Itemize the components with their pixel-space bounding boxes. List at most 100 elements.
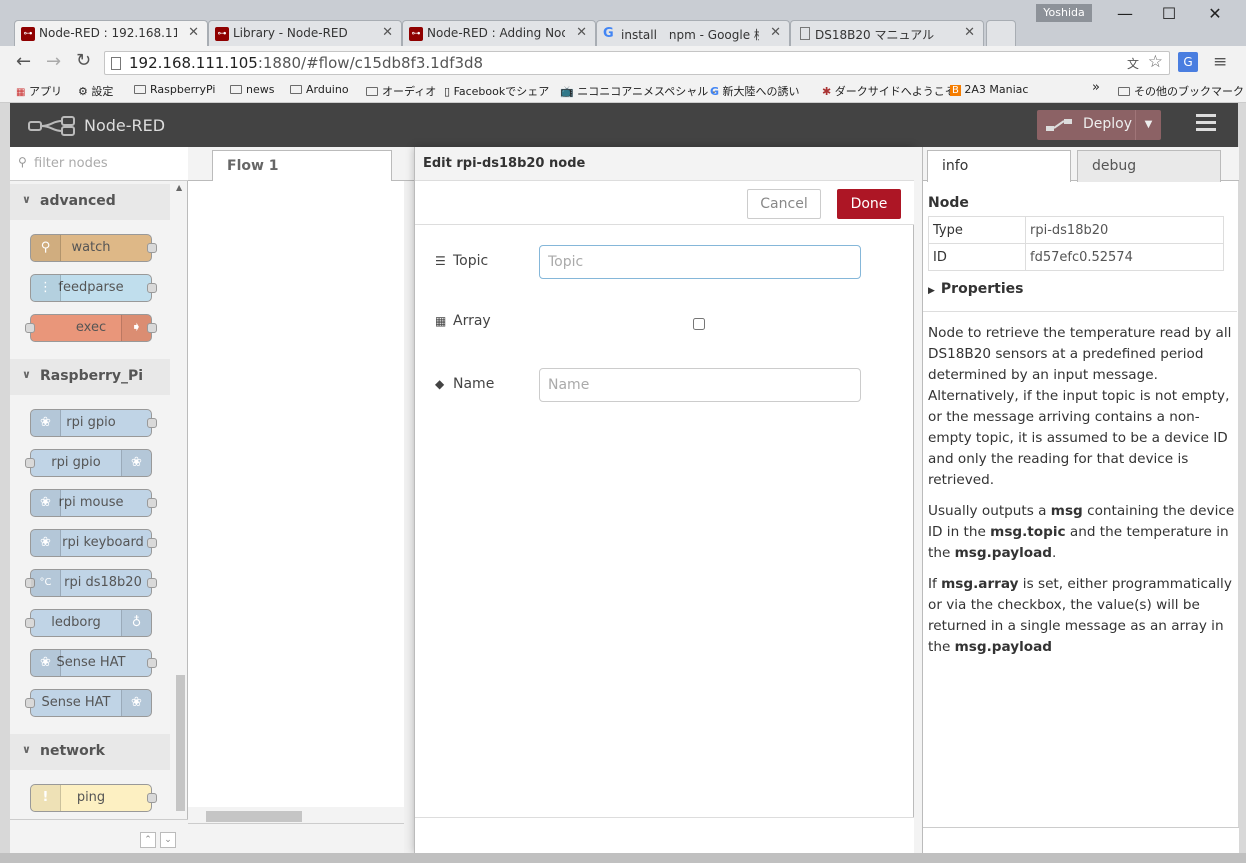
more-bookmarks-button[interactable]: »	[1092, 80, 1100, 95]
bookmark-apps[interactable]: ▦ アプリ	[16, 83, 62, 99]
node-red-favicon: ⊶	[215, 27, 229, 41]
palette-node-ping[interactable]: ! ping	[30, 784, 157, 812]
edit-node-tray: Edit rpi-ds18b20 node Cancel Done ☰ Topic…	[414, 147, 915, 853]
deploy-dropdown-icon[interactable]: ▼	[1135, 110, 1161, 140]
scroll-up-icon[interactable]: ▲	[176, 183, 182, 192]
properties-toggle[interactable]: ▶ Properties	[928, 281, 1023, 297]
output-port[interactable]	[147, 658, 157, 668]
category-advanced[interactable]: ∨ advanced	[10, 184, 170, 220]
output-port[interactable]	[147, 243, 157, 253]
minimize-icon[interactable]: —	[1110, 4, 1140, 26]
profile-button[interactable]: Yoshida	[1036, 4, 1092, 22]
output-port[interactable]	[147, 283, 157, 293]
output-port[interactable]	[147, 498, 157, 508]
output-port[interactable]	[147, 323, 157, 333]
expand-all-icon[interactable]: ⌃	[140, 832, 156, 848]
translate-extension-icon[interactable]: G	[1178, 52, 1198, 72]
input-port[interactable]	[25, 618, 35, 628]
url-path: :1880/#flow/c15db8f3.1df3d8	[257, 54, 484, 72]
maximize-icon[interactable]: ☐	[1154, 4, 1184, 26]
bookmark-facebook-share[interactable]: ▯ Facebookでシェア	[444, 83, 549, 99]
scrollbar-thumb[interactable]	[206, 811, 302, 822]
tab-flow-1[interactable]: Flow 1	[212, 150, 392, 182]
bookmark-shintairiku[interactable]: G 新大陸への誘い	[710, 83, 800, 99]
back-icon[interactable]: ←	[16, 51, 31, 72]
palette-scrollbar-thumb[interactable]	[176, 675, 185, 811]
browser-tab-google[interactable]: G install npm - Google 検 ✕	[596, 20, 790, 46]
chrome-menu-icon[interactable]: ≡	[1213, 52, 1227, 72]
palette-node-rpi-mouse[interactable]: ❀ rpi mouse	[30, 489, 157, 517]
reload-icon[interactable]: ↻	[76, 50, 91, 71]
main-menu-button[interactable]	[1196, 114, 1216, 134]
bookmark-raspberrypi[interactable]: RaspberryPi	[134, 83, 215, 96]
page-info-icon[interactable]	[111, 57, 121, 70]
palette-node-rpi-gpio-in[interactable]: ❀ rpi gpio	[30, 409, 157, 437]
tab-info[interactable]: info	[927, 150, 1071, 182]
bookmark-2a3-maniac[interactable]: B 2A3 Maniac	[950, 83, 1028, 96]
input-port[interactable]	[25, 698, 35, 708]
new-tab-button[interactable]	[986, 20, 1016, 46]
bookmark-arduino[interactable]: Arduino	[290, 83, 349, 96]
output-port[interactable]	[147, 793, 157, 803]
bookmark-niconico[interactable]: 📺 ニコニコアニメスペシャル -	[560, 83, 716, 99]
array-checkbox[interactable]	[693, 318, 705, 330]
browser-tab-node-red[interactable]: ⊶ Node-RED : 192.168.111.1 ✕	[14, 20, 208, 47]
bookmark-star-icon[interactable]: ☆	[1148, 52, 1163, 72]
flow-canvas[interactable]	[188, 181, 404, 817]
output-port[interactable]	[147, 578, 157, 588]
deploy-button[interactable]: Deploy ▼	[1037, 110, 1161, 140]
close-window-icon[interactable]: ✕	[1200, 4, 1230, 26]
palette-node-sense-hat-in[interactable]: ❀ Sense HAT	[30, 649, 157, 677]
url-host: 192.168.111.105	[129, 54, 258, 72]
address-bar[interactable]: 192.168.111.105:1880/#flow/c15db8f3.1df3…	[104, 51, 1170, 75]
tab-debug[interactable]: debug	[1077, 150, 1221, 182]
browser-tab-library[interactable]: ⊶ Library - Node-RED ✕	[208, 20, 402, 46]
deploy-icon	[1046, 119, 1072, 131]
output-port[interactable]	[147, 538, 157, 548]
sidebar-resize-handle[interactable]	[914, 147, 922, 853]
browser-tab-adding-node[interactable]: ⊶ Node-RED : Adding Node ✕	[402, 20, 596, 46]
close-tab-icon[interactable]: ✕	[770, 25, 781, 40]
palette-node-watch[interactable]: ⚲ watch	[30, 234, 157, 262]
done-button[interactable]: Done	[837, 189, 901, 219]
workspace-horizontal-scrollbar[interactable]	[188, 807, 404, 823]
close-tab-icon[interactable]: ✕	[188, 25, 199, 40]
palette-node-feedparse[interactable]: ⋮ feedparse	[30, 274, 157, 302]
close-tab-icon[interactable]: ✕	[964, 25, 975, 40]
translate-icon[interactable]: ⽂	[1127, 55, 1139, 72]
close-tab-icon[interactable]: ✕	[382, 25, 393, 40]
bookmark-other[interactable]: その他のブックマーク	[1118, 83, 1244, 99]
input-port[interactable]	[25, 458, 35, 468]
name-input[interactable]	[539, 368, 861, 402]
name-label-text: Name	[453, 376, 495, 392]
output-port[interactable]	[147, 418, 157, 428]
topic-input[interactable]	[539, 245, 861, 279]
category-raspberry-pi[interactable]: ∨ Raspberry_Pi	[10, 359, 170, 395]
properties-toggle-label: Properties	[940, 281, 1024, 297]
topic-label-text: Topic	[453, 253, 489, 269]
palette-node-rpi-keyboard[interactable]: ❀ rpi keyboard	[30, 529, 157, 557]
input-port[interactable]	[25, 323, 35, 333]
forward-icon[interactable]: →	[46, 51, 61, 72]
bookmark-news[interactable]: news	[230, 83, 274, 96]
filter-nodes-input[interactable]: ⚲ filter nodes	[10, 147, 188, 181]
palette-node-sense-hat-out[interactable]: Sense HAT ❀	[25, 689, 152, 717]
bookmark-audio[interactable]: オーディオ	[366, 83, 436, 99]
palette-node-exec[interactable]: exec ➧	[25, 314, 157, 342]
node-properties-table: Type rpi-ds18b20 ID fd57efc0.52574	[928, 216, 1224, 271]
bookmark-label: ダークサイドへようこそ	[834, 85, 956, 98]
bookmark-label: オーディオ	[382, 85, 437, 98]
palette-node-rpi-gpio-out[interactable]: rpi gpio ❀	[25, 449, 152, 477]
help-paragraph: Node to retrieve the temperature read by…	[928, 325, 1232, 488]
bookmark-darkside[interactable]: ✱ ダークサイドへようこそ	[822, 83, 956, 99]
bookmark-settings[interactable]: ⚙ 設定	[78, 83, 113, 99]
category-network[interactable]: ∨ network	[10, 734, 170, 770]
browser-tab-ds18b20[interactable]: DS18B20 マニュアル ✕	[790, 20, 984, 46]
collapse-all-icon[interactable]: ⌄	[160, 832, 176, 848]
palette-node-rpi-ds18b20[interactable]: °C rpi ds18b20	[25, 569, 157, 597]
cancel-button[interactable]: Cancel	[747, 189, 821, 219]
palette-node-ledborg[interactable]: ledborg ♁	[25, 609, 152, 637]
close-tab-icon[interactable]: ✕	[576, 25, 587, 40]
node-label: feedparse	[58, 280, 124, 295]
category-label: network	[40, 743, 105, 759]
